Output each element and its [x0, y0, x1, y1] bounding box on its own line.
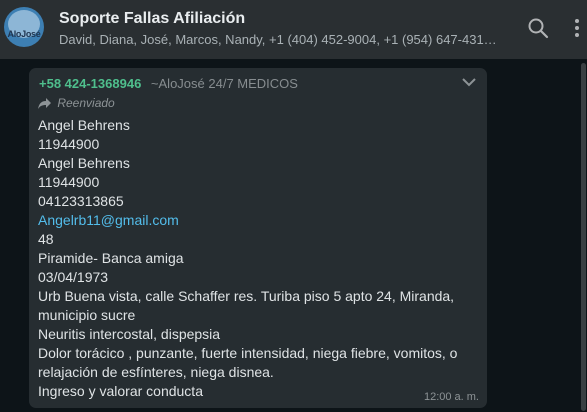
- message-line: Urb Buena vista, calle Schaffer res. Tur…: [38, 288, 455, 304]
- message-line: 04123313865: [38, 193, 124, 209]
- message-line: Piramide- Banca amiga: [38, 250, 184, 266]
- chevron-down-icon[interactable]: [462, 77, 476, 87]
- message-line: 11944900: [38, 136, 100, 152]
- message-timestamp: 12:00 a. m.: [423, 391, 479, 403]
- menu-icon[interactable]: [572, 17, 582, 39]
- message-body: Angel Behrens 11944900 Angel Behrens 119…: [38, 116, 478, 401]
- sender-phone[interactable]: +58 424-1368946: [39, 76, 141, 91]
- message-line: Angel Behrens: [38, 117, 130, 133]
- message-line: Dolor torácico , punzante, fuerte intens…: [38, 345, 458, 361]
- message-line: Angel Behrens: [38, 155, 130, 171]
- sender-name: ~AloJosé 24/7 MEDICOS: [150, 76, 298, 91]
- message-line: 11944900: [38, 174, 100, 190]
- message-line: relajación de esfínteres, niega disnea.: [38, 364, 274, 380]
- message-sender: +58 424-1368946 ~AloJosé 24/7 MEDICOS: [39, 76, 298, 91]
- chat-scrollbar[interactable]: [581, 63, 586, 411]
- search-icon[interactable]: [527, 17, 549, 39]
- message-line: Ingreso y valorar conducta: [38, 383, 203, 399]
- message-line: Neuritis intercostal, dispepsia: [38, 326, 221, 342]
- message-line: municipio sucre: [38, 307, 136, 323]
- email-link[interactable]: Angelrb11@gmail.com: [38, 211, 478, 230]
- participants-list[interactable]: David, Diana, José, Marcos, Nandy, +1 (4…: [59, 32, 499, 47]
- forwarded-indicator: Reenviado: [38, 96, 115, 110]
- message-line: 48: [38, 231, 54, 247]
- message-line: 03/04/1973: [38, 269, 109, 285]
- forwarded-label: Reenviado: [57, 96, 115, 110]
- group-avatar[interactable]: AloJosé: [4, 7, 44, 47]
- message-bubble[interactable]: +58 424-1368946 ~AloJosé 24/7 MEDICOS Re…: [29, 68, 487, 408]
- forward-icon: [38, 98, 51, 109]
- avatar-logo-text: AloJosé: [7, 29, 41, 39]
- chat-title[interactable]: Soporte Fallas Afiliación: [59, 10, 245, 28]
- chat-header[interactable]: AloJosé Soporte Fallas Afiliación David,…: [0, 0, 587, 59]
